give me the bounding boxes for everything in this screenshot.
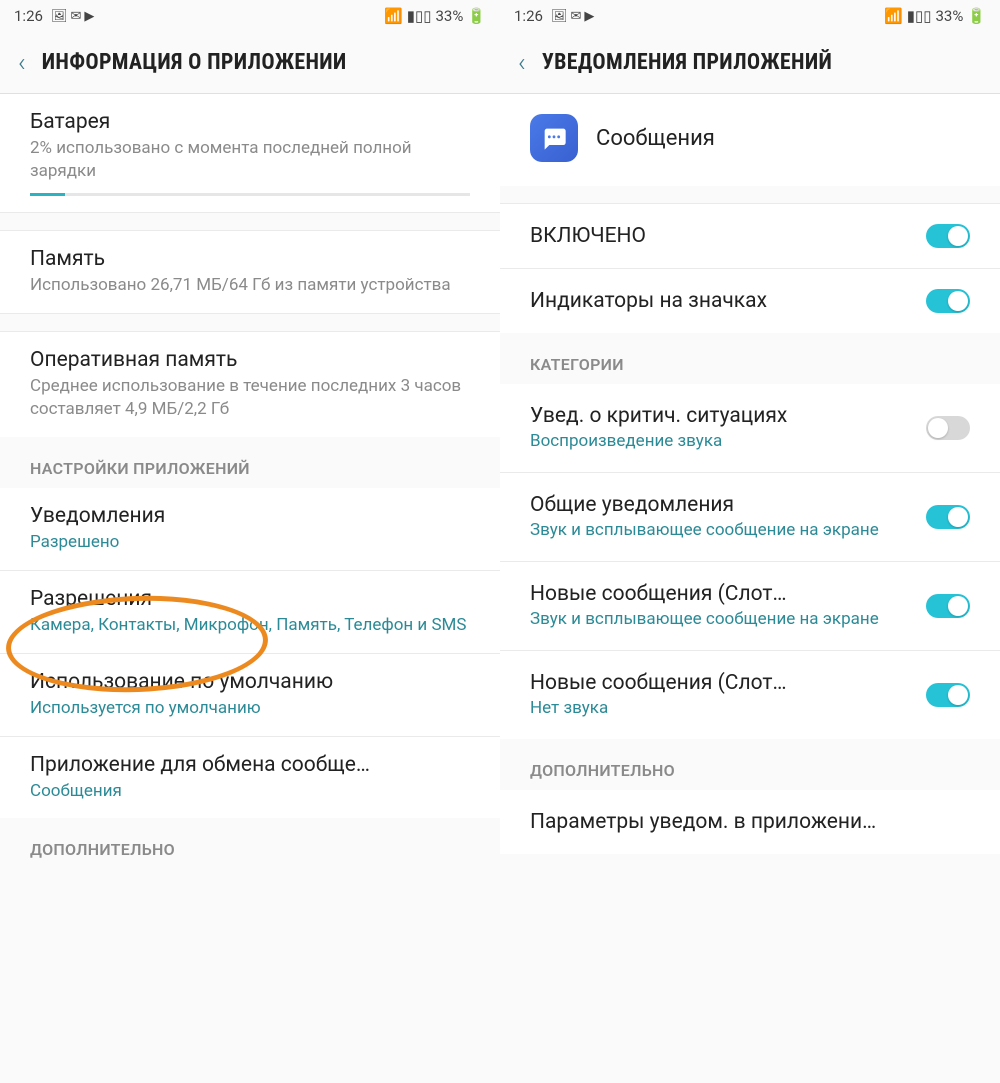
wifi-icon: 📶 [384,7,403,25]
row-notifications[interactable]: Уведомления Разрешено [0,488,500,571]
header: ‹ УВЕДОМЛЕНИЯ ПРИЛОЖЕНИЙ [500,32,1000,94]
row-battery[interactable]: Батарея 2% использовано с момента послед… [0,94,500,213]
row-in-app-notif-params[interactable]: Параметры уведом. в приложени… [500,790,1000,854]
phone-screen-right: 1:26 🖼✉▶ 📶 ▮▯▯ 33% 🔋 ‹ УВЕДОМЛЕНИЯ ПРИЛО… [500,0,1000,1083]
toggle-general[interactable] [926,505,970,529]
app-header: Сообщения [500,94,1000,186]
wifi-icon: 📶 [884,7,903,25]
section-app-settings: НАСТРОЙКИ ПРИЛОЖЕНИЙ [0,437,500,488]
row-new-messages-slot2[interactable]: Новые сообщения (Слот… Нет звука [500,651,1000,739]
back-icon[interactable]: ‹ [18,48,26,78]
battery-pct: 33% [935,7,963,25]
section-additional: ДОПОЛНИТЕЛЬНО [0,818,500,869]
row-general-notifs[interactable]: Общие уведомления Звук и всплывающее соо… [500,473,1000,562]
row-enabled[interactable]: ВКЛЮЧЕНО [500,204,1000,269]
toggle-critical[interactable] [926,416,970,440]
battery-icon: 🔋 [967,7,986,25]
status-bar: 1:26 🖼✉▶ 📶 ▮▯▯ 33% 🔋 [500,0,1000,32]
header: ‹ ИНФОРМАЦИЯ О ПРИЛОЖЕНИИ [0,32,500,94]
toggle-badges[interactable] [926,289,970,313]
page-title: ИНФОРМАЦИЯ О ПРИЛОЖЕНИИ [42,50,347,75]
status-time: 1:26 [514,7,543,25]
battery-icon: 🔋 [467,7,486,25]
row-new-messages-slot1[interactable]: Новые сообщения (Слот… Звук и всплывающе… [500,562,1000,651]
signal-icon: ▮▯▯ [907,7,932,25]
status-notif-icons: 🖼✉▶ [551,9,594,24]
status-bar: 1:26 🖼✉▶ 📶 ▮▯▯ 33% 🔋 [0,0,500,32]
page-title: УВЕДОМЛЕНИЯ ПРИЛОЖЕНИЙ [542,50,832,75]
signal-icon: ▮▯▯ [407,7,432,25]
row-critical-notifs[interactable]: Увед. о критич. ситуациях Воспроизведени… [500,384,1000,473]
app-name: Сообщения [596,126,715,151]
row-badge-indicators[interactable]: Индикаторы на значках [500,269,1000,333]
toggle-slot2[interactable] [926,683,970,707]
battery-pct: 33% [435,7,463,25]
section-additional: ДОПОЛНИТЕЛЬНО [500,739,1000,790]
battery-progress [30,193,470,196]
toggle-enabled[interactable] [926,224,970,248]
section-categories: КАТЕГОРИИ [500,333,1000,384]
back-icon[interactable]: ‹ [518,48,526,78]
row-message-exchange[interactable]: Приложение для обмена сообще… Сообщения [0,737,500,819]
phone-screen-left: 1:26 🖼✉▶ 📶 ▮▯▯ 33% 🔋 ‹ ИНФОРМАЦИЯ О ПРИЛ… [0,0,500,1083]
row-ram[interactable]: Оперативная память Среднее использование… [0,332,500,437]
row-memory[interactable]: Память Использовано 26,71 МБ/64 Гб из па… [0,231,500,314]
row-permissions[interactable]: Разрешения Камера, Контакты, Микрофон, П… [0,571,500,654]
messages-app-icon [530,114,578,162]
toggle-slot1[interactable] [926,594,970,618]
status-time: 1:26 [14,7,43,25]
row-default-usage[interactable]: Использование по умолчанию Используется … [0,654,500,737]
status-notif-icons: 🖼✉▶ [51,9,94,24]
